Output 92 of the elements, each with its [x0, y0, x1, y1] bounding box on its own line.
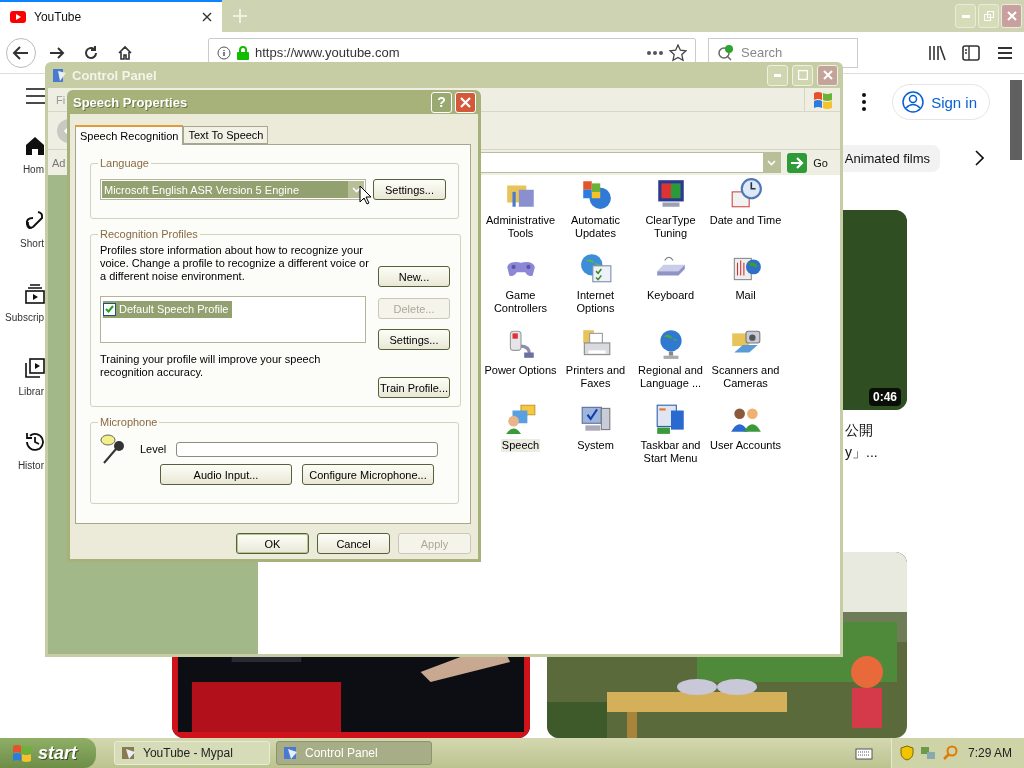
- clock: 7:29 AM: [967, 746, 1012, 760]
- dialog-button[interactable]: OK: [236, 533, 309, 554]
- settings-button[interactable]: Settings...: [373, 179, 446, 200]
- address-label: Ad: [52, 156, 66, 169]
- scrollbar-thumb[interactable]: [1010, 80, 1022, 160]
- chevron-right-icon[interactable]: [974, 150, 984, 166]
- video-title[interactable]: y」...: [845, 444, 907, 462]
- user-icon: [901, 90, 926, 114]
- close-icon: [460, 96, 471, 108]
- restore-icon: [983, 11, 994, 21]
- caret-icon: [351, 186, 361, 193]
- search-icon: [717, 44, 735, 61]
- item-label[interactable]: Keyboard: [645, 289, 696, 302]
- item-label[interactable]: Printers and Faxes: [558, 364, 633, 390]
- sign-in-button[interactable]: Sign in: [892, 84, 990, 120]
- sidebar-icon[interactable]: [962, 44, 980, 61]
- lock-icon: [237, 45, 249, 60]
- close-icon: [1006, 11, 1017, 21]
- play-stack-icon[interactable]: [23, 282, 47, 306]
- tab[interactable]: Speech Recognition: [75, 125, 184, 145]
- dialog-title: Speech Properties: [73, 94, 189, 110]
- profile-button[interactable]: New...: [378, 266, 450, 287]
- item-label[interactable]: User Accounts: [709, 439, 782, 452]
- sidebar-label[interactable]: Librar: [0, 386, 44, 397]
- item-label[interactable]: Automatic Updates: [558, 214, 633, 240]
- sidebar-label[interactable]: Subscrip: [0, 312, 44, 323]
- window-icon: [283, 745, 299, 761]
- shield-icon[interactable]: [899, 745, 914, 761]
- browser-tab[interactable]: YouTube: [0, 0, 222, 32]
- checkbox[interactable]: [103, 302, 116, 316]
- check-icon: [105, 305, 114, 313]
- item-label[interactable]: Regional and Language ...: [633, 364, 708, 390]
- library-icon[interactable]: [928, 44, 946, 61]
- play-logo-icon: [10, 11, 26, 23]
- sidebar-label[interactable]: Histor: [0, 460, 44, 471]
- train-profile-button[interactable]: Train Profile...: [378, 377, 450, 398]
- more-icon[interactable]: [647, 50, 663, 55]
- arrow-left-icon: [12, 43, 30, 62]
- group-label: Recognition Profiles: [99, 228, 199, 240]
- play-library-icon[interactable]: [23, 356, 47, 380]
- filter-chip[interactable]: Animated films: [842, 144, 940, 172]
- windows-flag-icon: [12, 744, 32, 762]
- microphone-button[interactable]: Audio Input...: [160, 464, 292, 485]
- keyboard-icon[interactable]: [854, 746, 873, 760]
- item-label[interactable]: Internet Options: [558, 289, 633, 315]
- item-label[interactable]: Mail: [734, 289, 757, 302]
- minimize-icon: [961, 14, 970, 18]
- video-title[interactable]: 公開: [845, 422, 907, 440]
- dialog-button[interactable]: Cancel: [317, 533, 390, 554]
- microphone-button[interactable]: Configure Microphone...: [302, 464, 434, 485]
- go-button[interactable]: Go: [785, 152, 836, 173]
- info-icon: [217, 45, 231, 60]
- taskbar-button[interactable]: YouTube - Mypal: [114, 741, 270, 765]
- sidebar-label[interactable]: Short: [0, 238, 44, 249]
- level-label: Level: [140, 443, 167, 455]
- item-label[interactable]: System: [576, 439, 615, 452]
- window-title: Control Panel: [72, 67, 158, 83]
- maximize-icon: [797, 70, 808, 80]
- item-label[interactable]: Date and Time: [708, 214, 783, 227]
- close-icon[interactable]: [202, 12, 212, 22]
- sidebar-label[interactable]: Hom: [0, 164, 44, 175]
- item-label[interactable]: Speech: [500, 439, 541, 452]
- window-icon: [121, 745, 137, 761]
- close-icon: [822, 70, 833, 80]
- cursor-icon: [359, 185, 371, 205]
- reload-icon: [83, 44, 99, 61]
- windows-flag-icon: [812, 90, 833, 109]
- video-duration: 0:46: [868, 388, 901, 406]
- training-text: Training your profile will improve your speech recognition accuracy.: [100, 353, 322, 379]
- item-label[interactable]: Power Options: [483, 364, 558, 377]
- more-icon[interactable]: [862, 93, 867, 111]
- menu-icon[interactable]: [26, 88, 46, 104]
- group-label: Language: [99, 157, 150, 169]
- control-panel-icon: [52, 67, 68, 83]
- arrow-right-icon: [787, 152, 808, 173]
- arrow-right-icon: [49, 44, 65, 61]
- item-label[interactable]: Administrative Tools: [483, 214, 558, 240]
- history-icon[interactable]: [23, 430, 47, 454]
- item-label[interactable]: Scanners and Cameras: [708, 364, 783, 390]
- item-label[interactable]: ClearType Tuning: [633, 214, 708, 240]
- caret-icon: [767, 159, 777, 166]
- item-label[interactable]: Taskbar and Start Menu: [633, 439, 708, 465]
- menu-icon[interactable]: [997, 45, 1013, 60]
- star-icon[interactable]: [669, 43, 687, 62]
- item-label[interactable]: Game Controllers: [483, 289, 558, 315]
- profile-button[interactable]: Settings...: [378, 329, 450, 350]
- tab[interactable]: Text To Speech: [183, 126, 269, 144]
- description-text: Profiles store information about how to recognize your voice. Change a profile to recognize a different voice or a different noise environment.: [100, 244, 370, 283]
- home-icon[interactable]: [23, 134, 47, 158]
- home-icon: [117, 44, 133, 61]
- speech-person-icon[interactable]: [503, 402, 538, 436]
- group-label: Microphone: [99, 416, 159, 428]
